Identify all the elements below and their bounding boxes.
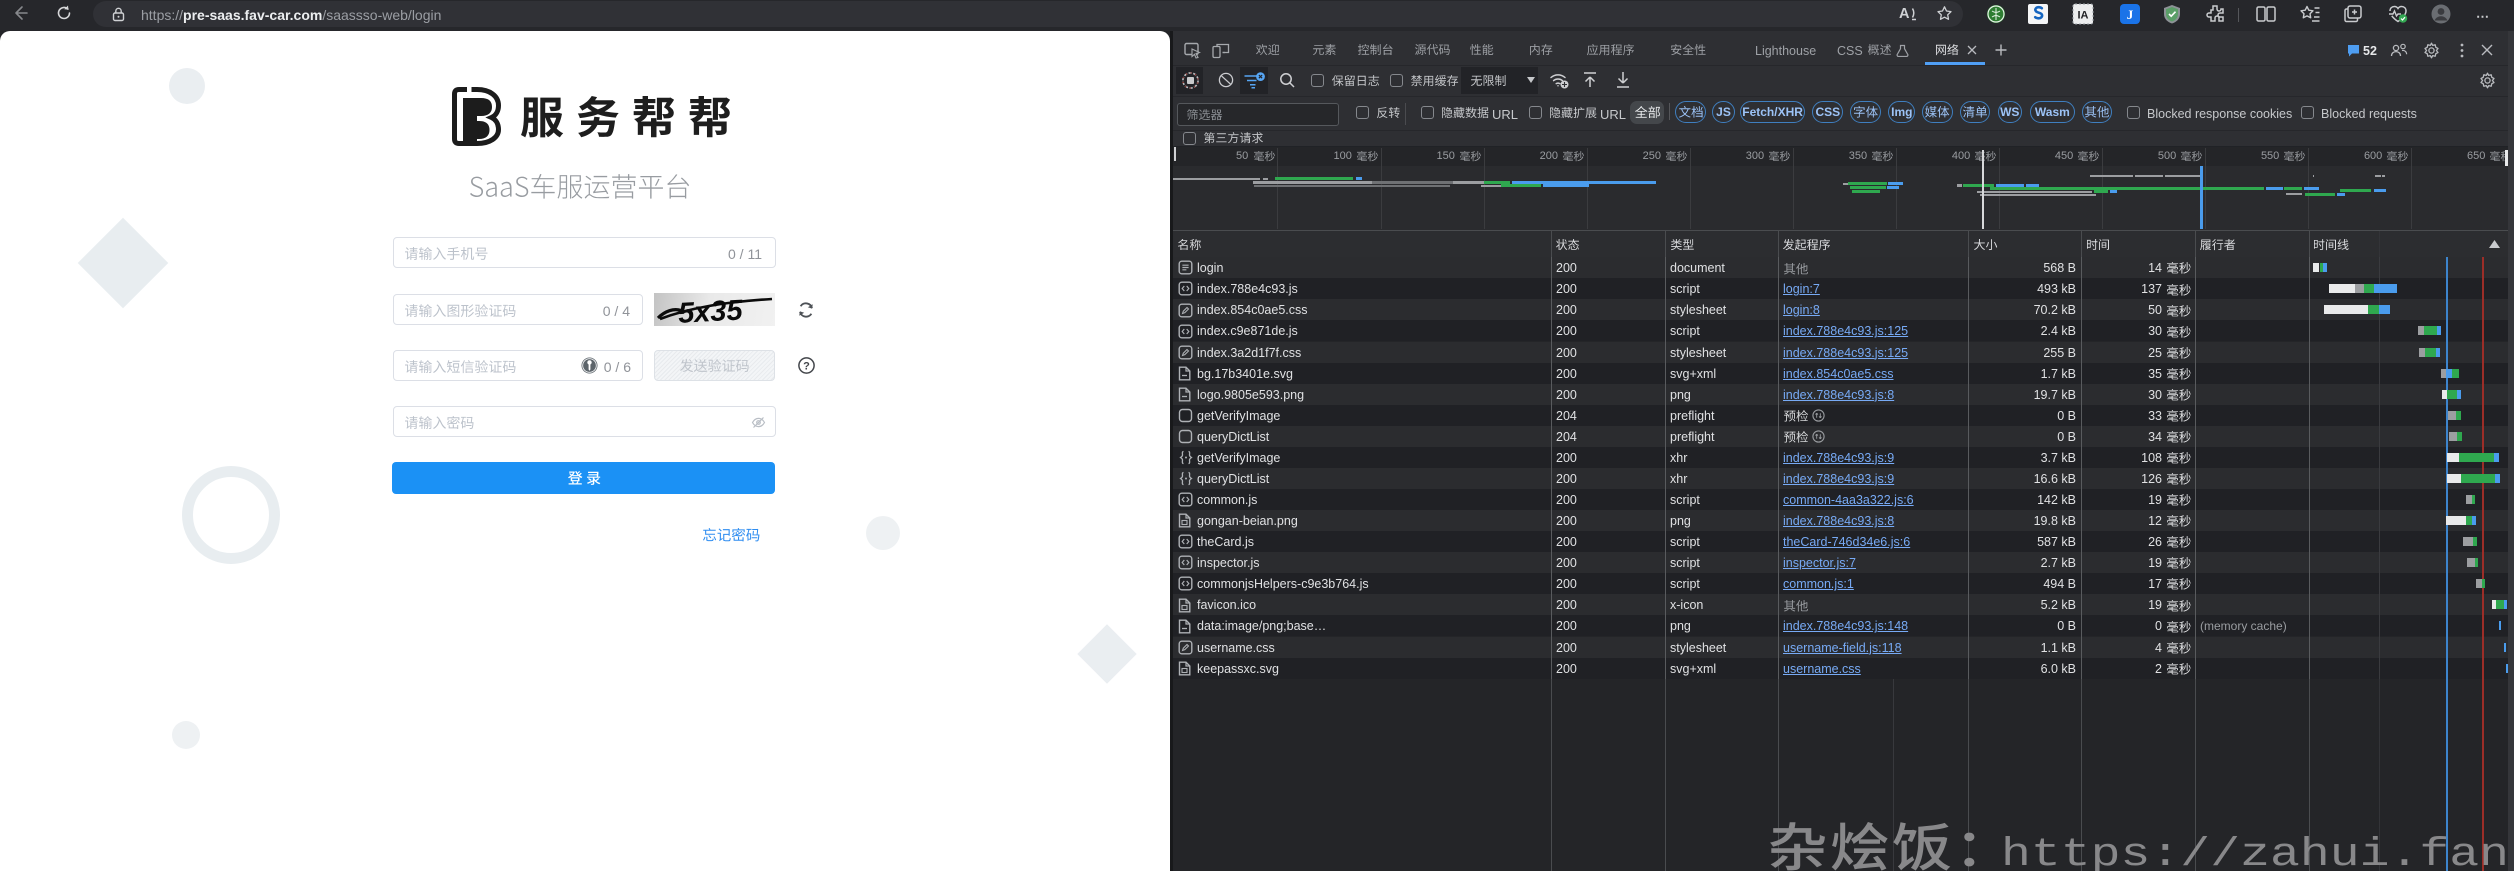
svg-text:5x35: 5x35 xyxy=(677,294,744,326)
svg-text:IA: IA xyxy=(2078,10,2089,22)
svg-text:?: ? xyxy=(803,360,810,372)
svg-text:J: J xyxy=(2127,7,2134,22)
